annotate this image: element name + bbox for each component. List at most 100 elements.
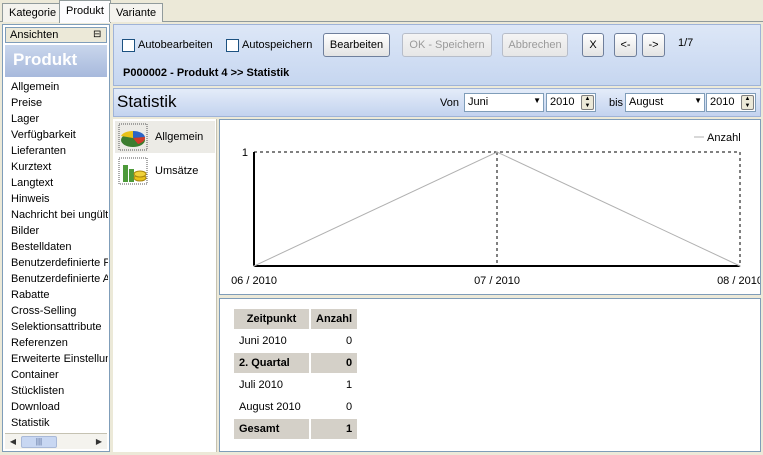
sidebar-item[interactable]: Bilder xyxy=(6,223,108,239)
line-chart: 1 06 / 2010 07 / 2010 08 / 2010 Anzahl xyxy=(231,132,760,287)
sidebar-item[interactable]: Kurztext xyxy=(6,159,108,175)
subnav-label: Umsätze xyxy=(155,165,199,177)
sidebar-item[interactable]: Erweiterte Einstellun xyxy=(6,351,108,367)
autospeichern-checkbox[interactable]: Autospeichern xyxy=(226,37,312,53)
data-point xyxy=(739,265,741,267)
autobearbeiten-label: Autobearbeiten xyxy=(138,39,213,51)
sidebar-item[interactable]: Selektionsattribute xyxy=(6,319,108,335)
previous-button[interactable]: <- xyxy=(614,33,637,57)
tab-variante[interactable]: Variante xyxy=(109,3,164,22)
data-point xyxy=(253,265,255,267)
to-month-select[interactable]: August ▼ xyxy=(625,93,705,112)
sidebar-item[interactable]: Lieferanten xyxy=(6,143,108,159)
tab-produkt[interactable]: Produkt xyxy=(59,0,111,23)
table-row: Juli 2010 1 xyxy=(234,375,357,395)
scroll-left-icon[interactable]: ◀ xyxy=(6,435,20,449)
sidebar-item[interactable]: Cross-Selling xyxy=(6,303,108,319)
table-row: August 2010 0 xyxy=(234,397,357,417)
close-button[interactable]: X xyxy=(582,33,604,57)
from-year-spinner[interactable]: 2010 ▲ ▼ xyxy=(546,93,596,112)
to-year-spinner[interactable]: 2010 ▲ ▼ xyxy=(706,93,756,112)
sidebar-item[interactable]: Download xyxy=(6,399,108,415)
sidebar-item[interactable]: Bestelldaten xyxy=(6,239,108,255)
table-row: 2. Quartal 0 xyxy=(234,353,358,373)
chevron-down-icon[interactable]: ▼ xyxy=(694,96,702,105)
cell-zeitpunkt: Juni 2010 xyxy=(239,335,287,347)
top-tab-bar: Kategorie Produkt Variante xyxy=(0,0,763,23)
cell-zeitpunkt: Gesamt xyxy=(234,419,309,439)
spin-arrows-icon[interactable]: ▲ ▼ xyxy=(741,95,754,110)
cell-zeitpunkt: August 2010 xyxy=(239,401,301,413)
legend-label: Anzahl xyxy=(707,132,741,144)
x-tick-label: 08 / 2010 xyxy=(717,275,760,287)
scroll-right-icon[interactable]: ▶ xyxy=(92,435,106,449)
to-month-value: August xyxy=(629,96,664,108)
sidebar-item[interactable]: Statistik xyxy=(6,415,108,431)
pin-icon[interactable]: ⊟ xyxy=(93,29,103,40)
from-month-value: Juni xyxy=(468,96,489,108)
cell-anzahl: 0 xyxy=(345,401,353,413)
sidebar-item[interactable]: Verfügbarkeit xyxy=(6,127,108,143)
sidebar-item[interactable]: Stücklisten xyxy=(6,383,108,399)
cell-anzahl: 0 xyxy=(345,335,353,347)
chart-panel: 1 06 / 2010 07 / 2010 08 / 2010 Anzahl xyxy=(219,119,761,295)
product-section-header: Produkt xyxy=(5,45,107,77)
bis-label: bis xyxy=(609,97,624,109)
table-row: Juni 2010 0 xyxy=(234,331,357,351)
von-label: Von xyxy=(440,97,459,109)
spin-arrows-icon[interactable]: ▲ ▼ xyxy=(581,95,594,110)
data-point xyxy=(496,151,498,153)
pie-chart-icon xyxy=(118,123,148,151)
toolbar: Autobearbeiten Autospeichern Bearbeiten … xyxy=(113,24,761,86)
cell-anzahl: 1 xyxy=(311,419,358,439)
y-tick-label: 1 xyxy=(242,147,248,159)
scroll-thumb[interactable]: ||| xyxy=(21,436,57,448)
subnav-item-allgemein[interactable]: Allgemein xyxy=(115,121,215,153)
sidebar-item[interactable]: Nachricht bei ungült xyxy=(6,207,108,223)
product-nav-list: Allgemein Preise Lager Verfügbarkeit Liefera… xyxy=(6,79,108,431)
breadcrumb: P000002 - Produkt 4 >> Statistik xyxy=(123,67,290,79)
checkbox-box[interactable] xyxy=(122,38,135,52)
cell-anzahl: 0 xyxy=(311,353,358,373)
sidebar-item[interactable]: Langtext xyxy=(6,175,108,191)
sidebar-item[interactable]: Benutzerdefinierte P xyxy=(6,255,108,271)
views-title: Ansichten xyxy=(10,29,59,41)
from-month-select[interactable]: Juni ▼ xyxy=(464,93,544,112)
next-button[interactable]: -> xyxy=(642,33,665,57)
sidebar-item[interactable]: Rabatte xyxy=(6,287,108,303)
cell-zeitpunkt: Juli 2010 xyxy=(239,379,284,391)
page-title: Statistik xyxy=(117,92,177,111)
sidebar-item[interactable]: Referenzen xyxy=(6,335,108,351)
statistics-header: Statistik Von Juni ▼ 2010 ▲ ▼ bis August … xyxy=(113,88,761,117)
column-header-anzahl: Anzahl xyxy=(311,309,358,329)
table-row: Gesamt 1 xyxy=(234,419,358,439)
x-tick-label: 07 / 2010 xyxy=(474,275,520,287)
statistics-table-panel: Zeitpunkt Anzahl Juni 2010 0 2. Quartal 0 Ju… xyxy=(219,298,761,452)
to-year-value: 2010 xyxy=(710,96,735,108)
autospeichern-label: Autospeichern xyxy=(242,39,313,51)
record-counter: 1/7 xyxy=(678,37,694,49)
sidebar-item[interactable]: Container xyxy=(6,367,108,383)
bearbeiten-button[interactable]: Bearbeiten xyxy=(323,33,390,57)
sidebar-item[interactable]: Allgemein xyxy=(6,79,108,95)
subnav-item-umsaetze[interactable]: Umsätze xyxy=(115,155,215,187)
sidebar-item[interactable]: Preise xyxy=(6,95,108,111)
cell-anzahl: 1 xyxy=(345,379,353,391)
autobearbeiten-checkbox[interactable]: Autobearbeiten xyxy=(122,37,213,53)
chevron-down-icon[interactable]: ▼ xyxy=(533,96,541,105)
sidebar-item[interactable]: Lager xyxy=(6,111,108,127)
sidebar-item[interactable]: Hinweis xyxy=(6,191,108,207)
statistics-table: Zeitpunkt Anzahl Juni 2010 0 2. Quartal 0 Ju… xyxy=(232,307,359,441)
abbrechen-button[interactable]: Abbrechen xyxy=(502,33,568,57)
sidebar-item[interactable]: Benutzerdefinierte A xyxy=(6,271,108,287)
from-year-value: 2010 xyxy=(550,96,575,108)
subnav-label: Allgemein xyxy=(155,131,204,143)
x-tick-label: 06 / 2010 xyxy=(231,275,277,287)
tab-kategorie[interactable]: Kategorie xyxy=(2,3,64,22)
statistics-subnav: Allgemein Umsätze xyxy=(113,119,217,452)
horizontal-scrollbar[interactable]: ◀ ||| ▶ xyxy=(5,433,107,449)
checkbox-box[interactable] xyxy=(226,38,239,52)
ok-speichern-button[interactable]: OK - Speichern xyxy=(402,33,492,57)
views-header: Ansichten ⊟ xyxy=(5,27,107,43)
cell-zeitpunkt: 2. Quartal xyxy=(234,353,309,373)
